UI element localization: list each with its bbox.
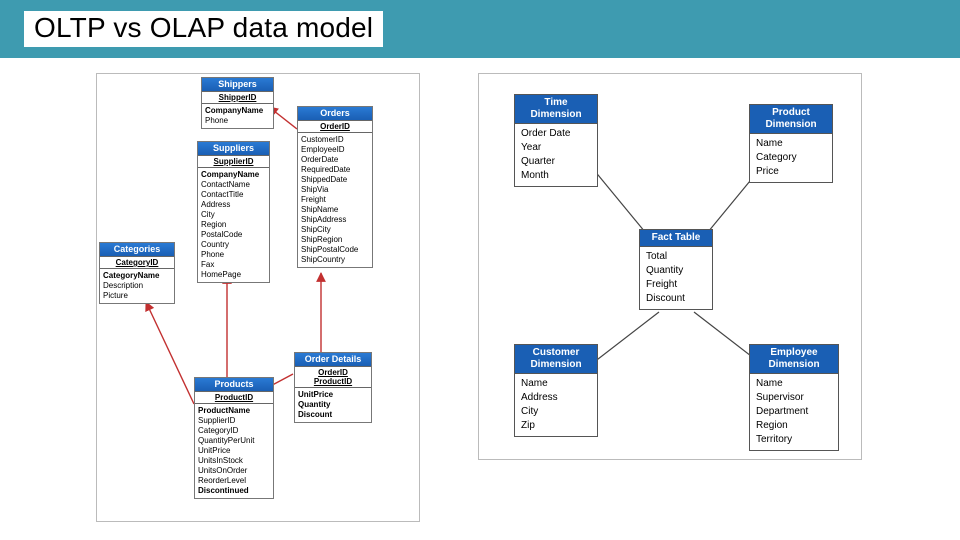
product-fields: NameCategoryPrice <box>750 134 832 182</box>
page-title: OLTP vs OLAP data model <box>24 11 383 47</box>
orderdetails-fields: UnitPriceQuantityDiscount <box>295 388 371 422</box>
title-bar: OLTP vs OLAP data model <box>0 0 960 58</box>
orderdetails-pk: OrderID ProductID <box>295 367 371 388</box>
olap-panel: Time Dimension Order DateYearQuarterMont… <box>478 73 862 460</box>
diagram-stage: Shippers ShipperID CompanyNamePhone Orde… <box>0 58 960 520</box>
table-categories: Categories CategoryID CategoryNameDescri… <box>99 242 175 304</box>
categories-pk: CategoryID <box>100 257 174 269</box>
table-shippers: Shippers ShipperID CompanyNamePhone <box>201 77 274 129</box>
table-orderdetails: Order Details OrderID ProductID UnitPric… <box>294 352 372 423</box>
dim-product: Product Dimension NameCategoryPrice <box>749 104 833 183</box>
products-pk: ProductID <box>195 392 273 404</box>
customer-header: Customer Dimension <box>515 345 597 374</box>
time-fields: Order DateYearQuarterMonth <box>515 124 597 186</box>
fact-header: Fact Table <box>640 230 712 247</box>
dim-employee: Employee Dimension NameSupervisorDepartm… <box>749 344 839 451</box>
suppliers-fields: CompanyNameContactNameContactTitleAddres… <box>198 168 269 282</box>
orders-fields: CustomerIDEmployeeIDOrderDateRequiredDat… <box>298 133 372 267</box>
fact-table: Fact Table TotalQuantityFreightDiscount <box>639 229 713 310</box>
suppliers-pk: SupplierID <box>198 156 269 168</box>
table-products: Products ProductID ProductNameSupplierID… <box>194 377 274 499</box>
dim-customer: Customer Dimension NameAddressCityZip <box>514 344 598 437</box>
table-orders: Orders OrderID CustomerIDEmployeeIDOrder… <box>297 106 373 268</box>
fact-fields: TotalQuantityFreightDiscount <box>640 247 712 309</box>
categories-fields: CategoryNameDescriptionPicture <box>100 269 174 303</box>
dim-time: Time Dimension Order DateYearQuarterMont… <box>514 94 598 187</box>
oltp-panel: Shippers ShipperID CompanyNamePhone Orde… <box>96 73 420 522</box>
product-header: Product Dimension <box>750 105 832 134</box>
employee-header: Employee Dimension <box>750 345 838 374</box>
categories-header: Categories <box>100 243 174 257</box>
products-fields: ProductNameSupplierIDCategoryIDQuantityP… <box>195 404 273 498</box>
employee-fields: NameSupervisorDepartmentRegionTerritory <box>750 374 838 450</box>
orderdetails-header: Order Details <box>295 353 371 367</box>
shippers-pk: ShipperID <box>202 92 273 104</box>
orders-pk: OrderID <box>298 121 372 133</box>
suppliers-header: Suppliers <box>198 142 269 156</box>
time-header: Time Dimension <box>515 95 597 124</box>
shippers-fields: CompanyNamePhone <box>202 104 273 128</box>
customer-fields: NameAddressCityZip <box>515 374 597 436</box>
products-header: Products <box>195 378 273 392</box>
orders-header: Orders <box>298 107 372 121</box>
shippers-header: Shippers <box>202 78 273 92</box>
table-suppliers: Suppliers SupplierID CompanyNameContactN… <box>197 141 270 283</box>
